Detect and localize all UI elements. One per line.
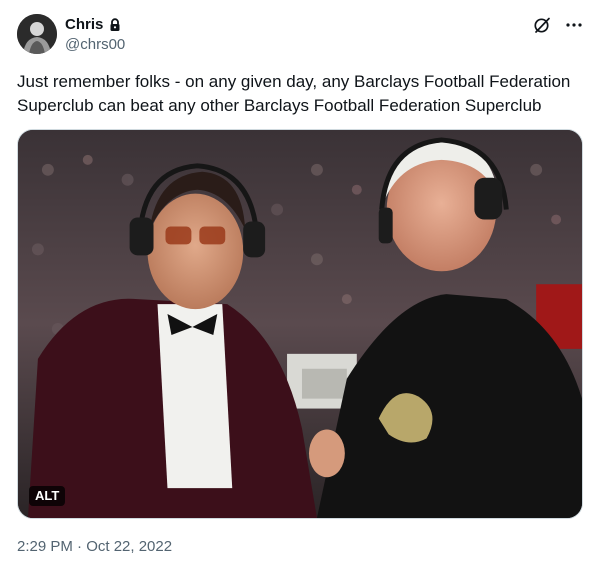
- tweet-media-image[interactable]: [17, 129, 583, 519]
- more-icon[interactable]: [563, 14, 585, 36]
- avatar[interactable]: [17, 14, 57, 54]
- grok-icon[interactable]: [531, 14, 553, 36]
- author-name-row: Chris: [65, 16, 122, 34]
- tweet: Chris @chrs00 Just remember folks - on a: [0, 0, 601, 574]
- tweet-top-actions: [531, 14, 585, 36]
- tweet-text: Just remember folks - on any given day, …: [17, 72, 571, 115]
- author-handle[interactable]: @chrs00: [65, 36, 125, 54]
- display-name[interactable]: Chris: [65, 16, 103, 34]
- tweet-timestamp[interactable]: 2:29 PM · Oct 22, 2022: [17, 537, 172, 557]
- lock-icon: [108, 18, 122, 32]
- alt-badge[interactable]: ALT: [29, 486, 66, 506]
